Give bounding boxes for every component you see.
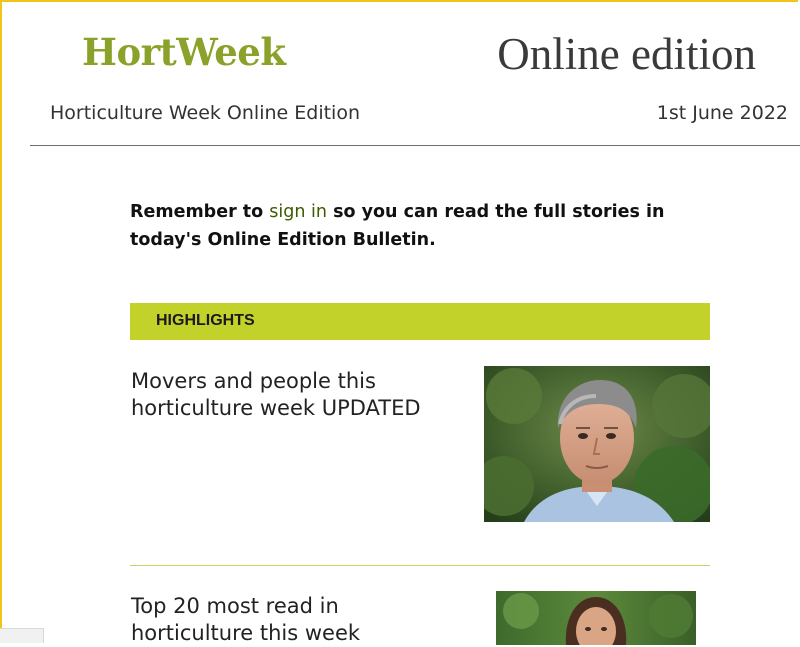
hortweek-logo[interactable]: HortWeek — [82, 30, 286, 74]
man-portrait-photo[interactable] — [484, 366, 710, 522]
story-divider — [130, 565, 710, 566]
story-title-top-20[interactable]: Top 20 most read in horticulture this we… — [131, 593, 461, 647]
sign-in-reminder: Remember to sign in so you can read the … — [130, 198, 720, 254]
email-frame: HortWeek Online edition Horticulture Wee… — [0, 0, 800, 645]
man-portrait-image — [484, 366, 710, 522]
reminder-text-before: Remember to — [130, 202, 270, 222]
issue-date: 1st June 2022 — [656, 102, 788, 124]
story-title-movers[interactable]: Movers and people this horticulture week… — [131, 368, 461, 422]
edition-title: Online edition — [497, 29, 756, 79]
woman-portrait-image — [496, 591, 696, 645]
publication-name: Horticulture Week Online Edition — [50, 102, 360, 124]
highlights-label: HIGHLIGHTS — [156, 312, 255, 329]
woman-portrait-photo[interactable] — [496, 591, 696, 645]
header-divider — [30, 145, 800, 146]
horizontal-scrollbar[interactable] — [0, 628, 44, 643]
highlights-section-header: HIGHLIGHTS — [130, 303, 710, 340]
sign-in-link[interactable]: sign in — [269, 202, 327, 222]
